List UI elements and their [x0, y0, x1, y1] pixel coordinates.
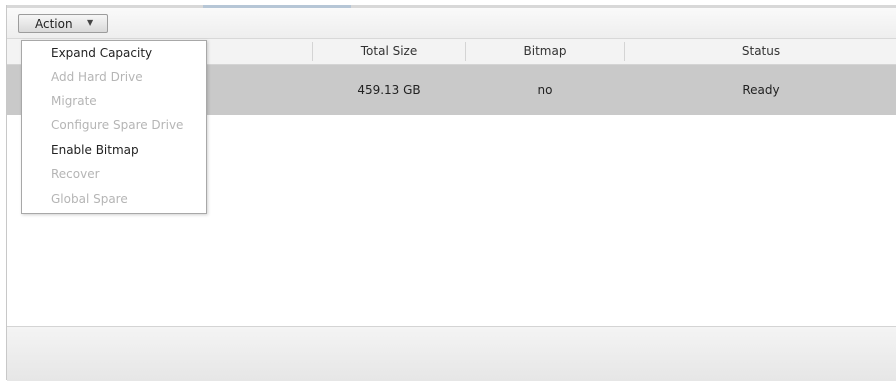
menu-item-add-hard-drive: Add Hard Drive	[51, 70, 143, 84]
menu-item-enable-bitmap[interactable]: Enable Bitmap	[22, 138, 206, 162]
action-button[interactable]: Action ▼	[18, 14, 108, 33]
menu-item-expand-capacity[interactable]: Expand Capacity	[22, 41, 206, 65]
column-header-bitmap[interactable]: Bitmap	[466, 39, 624, 64]
row-status-cell: Ready	[742, 83, 780, 97]
column-header-status[interactable]: Status	[625, 39, 896, 64]
volume-management-panel: Action ▼ Total Size Bitmap Status 3 459.…	[6, 5, 896, 381]
footer-bar	[7, 326, 896, 381]
menu-item-global-spare: Global Spare	[51, 192, 128, 206]
column-header-total-size[interactable]: Total Size	[313, 39, 465, 64]
menu-item-configure-spare-drive: Configure Spare Drive	[51, 118, 184, 132]
row-bitmap-cell: no	[537, 83, 553, 97]
action-button-label: Action	[35, 17, 73, 31]
menu-item-migrate: Migrate	[51, 94, 97, 108]
chevron-down-icon: ▼	[87, 18, 94, 27]
row-total-size-cell: 459.13 GB	[357, 83, 421, 97]
toolbar: Action ▼	[7, 8, 896, 39]
menu-item-recover: Recover	[51, 167, 100, 181]
action-dropdown-menu: Expand Capacity Add Hard Drive Migrate C…	[21, 40, 207, 214]
